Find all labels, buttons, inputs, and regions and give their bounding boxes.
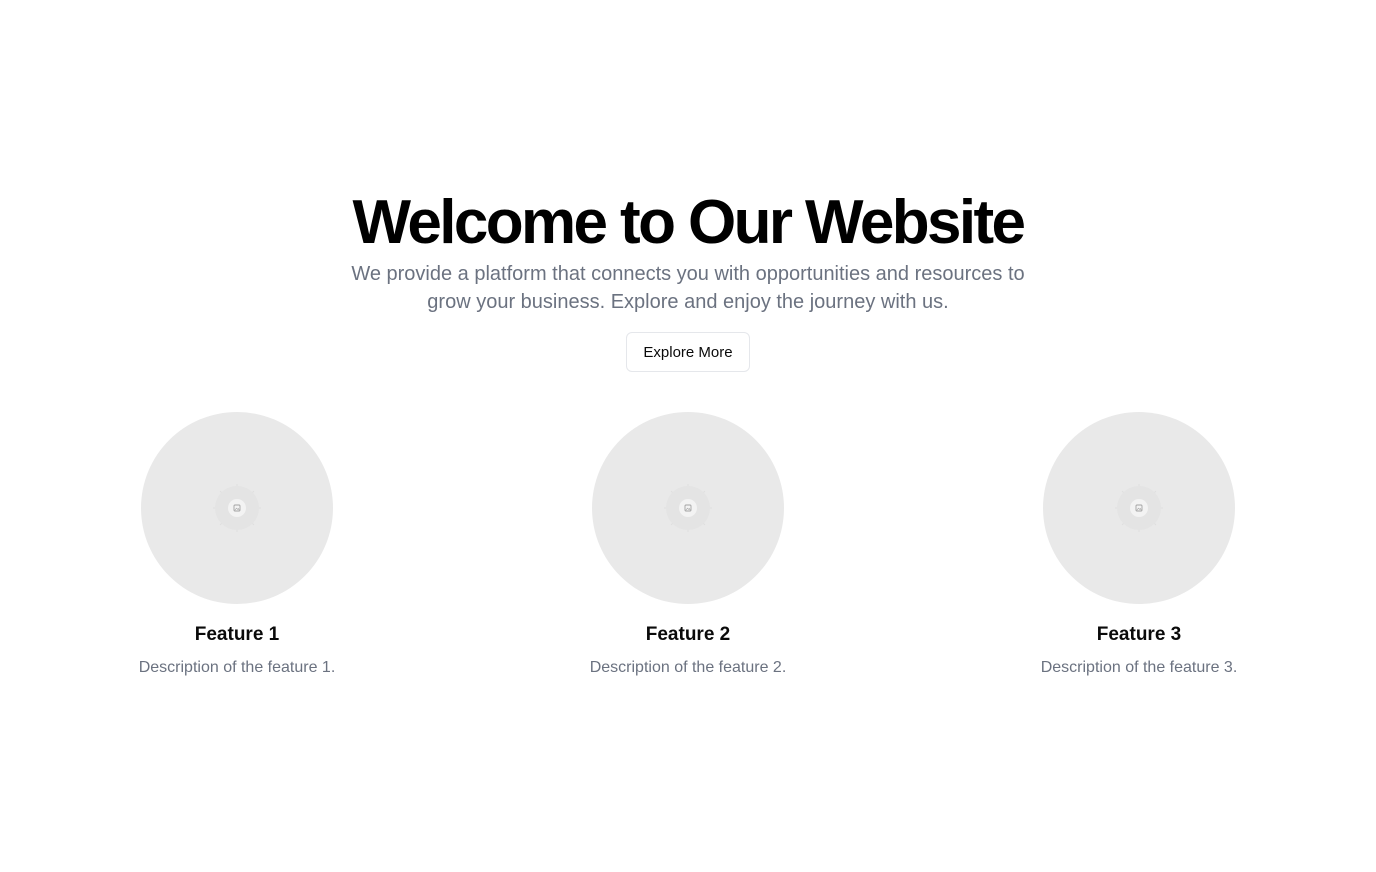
feature-title: Feature 1 — [194, 624, 280, 645]
image-placeholder-icon — [1115, 484, 1163, 532]
feature-title: Feature 3 — [1096, 624, 1182, 645]
image-placeholder-icon — [664, 484, 712, 532]
feature-image — [141, 412, 333, 604]
feature-description: Description of the feature 2. — [589, 659, 787, 676]
landing-page: Welcome to Our Website We provide a plat… — [0, 0, 1376, 872]
feature-image — [1043, 412, 1235, 604]
features-section: Feature 1 Description of the feature 1. — [0, 412, 1376, 692]
feature-card: Feature 3 Description of the feature 3. — [1009, 412, 1269, 680]
hero-title: Welcome to Our Website — [352, 188, 1026, 257]
feature-description: Description of the feature 3. — [1040, 659, 1238, 676]
image-placeholder-icon — [213, 484, 261, 532]
hero-subtitle: We provide a platform that connects you … — [351, 263, 1025, 313]
feature-image — [592, 412, 784, 604]
feature-card: Feature 1 Description of the feature 1. — [107, 412, 367, 680]
explore-more-button[interactable]: Explore More — [626, 332, 750, 372]
feature-description: Description of the feature 1. — [138, 659, 336, 676]
hero-section: Welcome to Our Website We provide a plat… — [0, 188, 1376, 372]
feature-card: Feature 2 Description of the feature 2. — [558, 412, 818, 680]
feature-title: Feature 2 — [645, 624, 731, 645]
